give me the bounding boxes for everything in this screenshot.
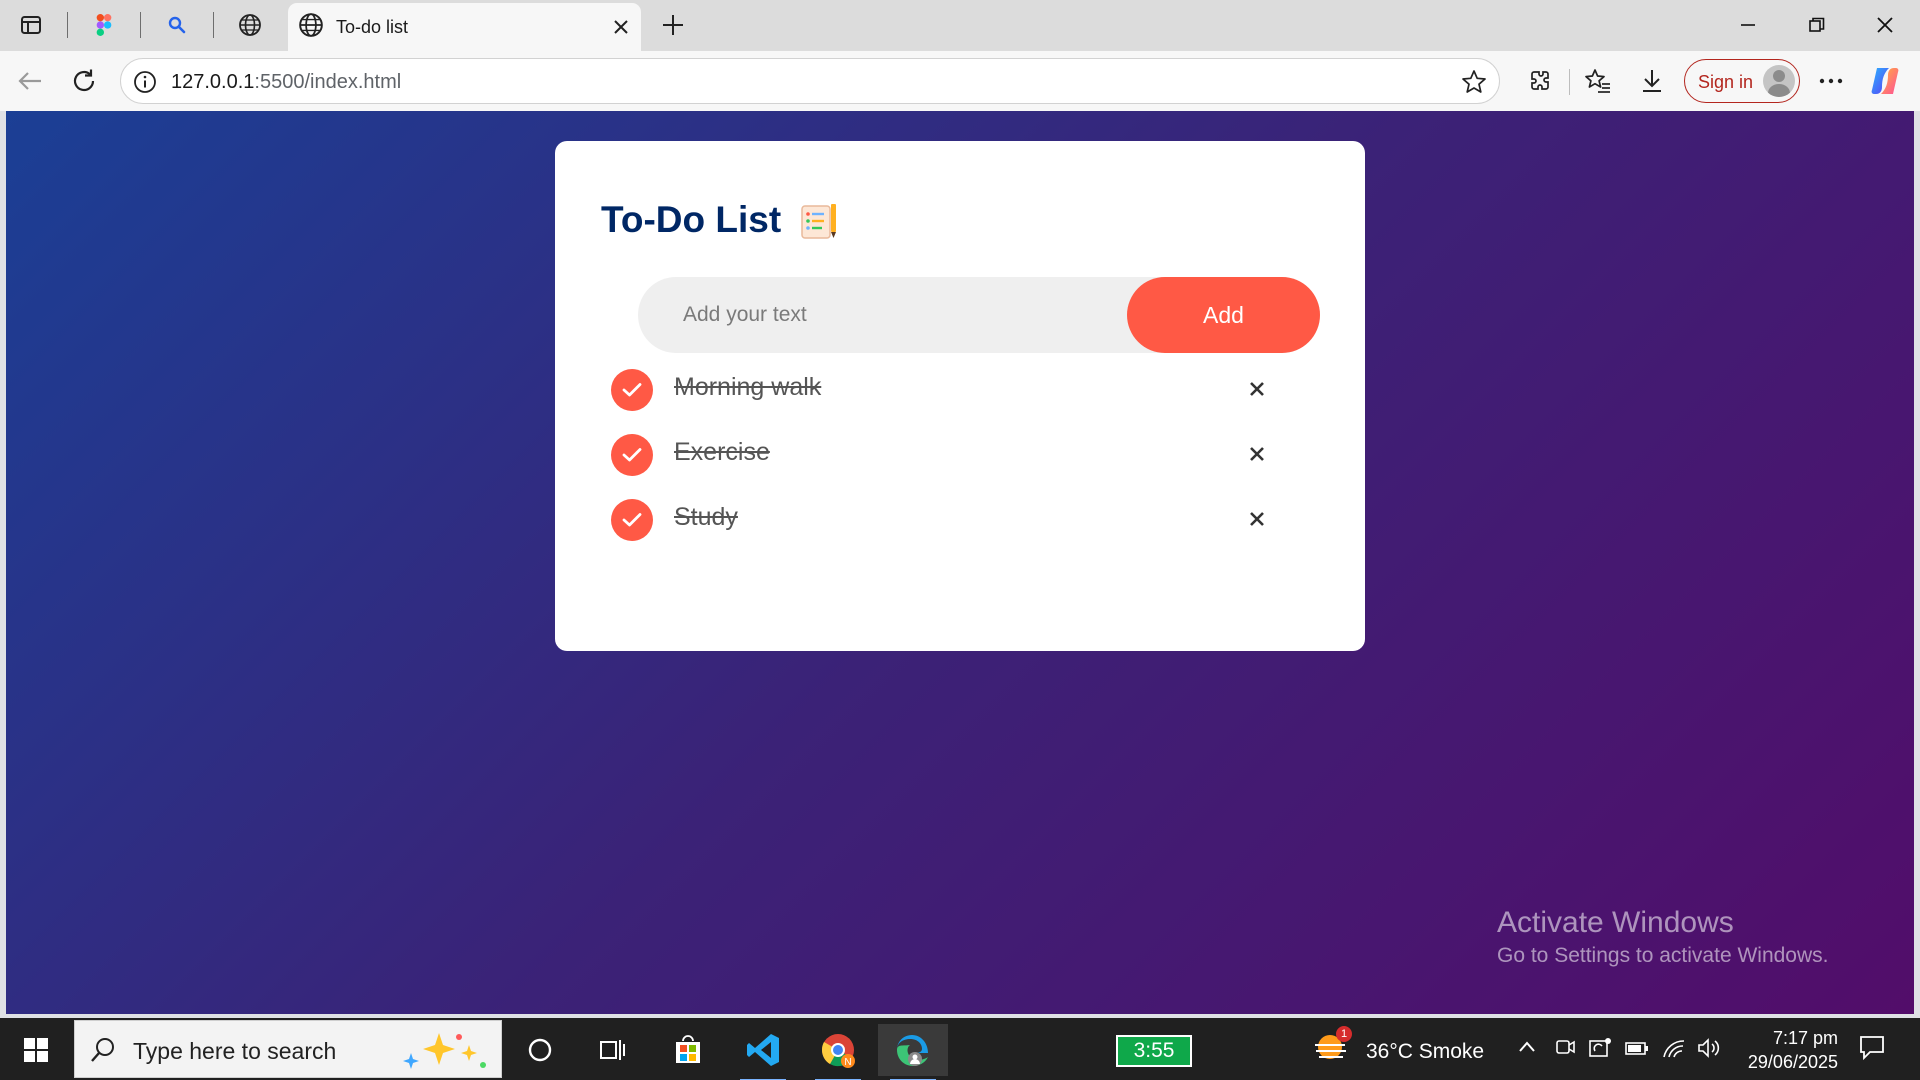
vscode-icon[interactable] (728, 1024, 798, 1080)
more-menu-icon[interactable] (1813, 63, 1849, 99)
volume-icon[interactable] (1696, 1037, 1722, 1064)
task-text: Exercise (674, 438, 770, 466)
windows-start-icon[interactable] (14, 1032, 58, 1068)
delete-task-icon[interactable] (1245, 377, 1269, 401)
search-icon (89, 1036, 117, 1069)
tab-separator (67, 12, 68, 38)
search-placeholder: Type here to search (133, 1038, 337, 1064)
task-view-icon[interactable] (577, 1024, 647, 1076)
sign-in-button[interactable]: Sign in (1684, 59, 1800, 103)
add-button[interactable]: Add (1127, 277, 1320, 353)
delete-task-icon[interactable] (1245, 442, 1269, 466)
task-text: Study (674, 503, 738, 531)
delete-task-icon[interactable] (1245, 507, 1269, 531)
meet-now-icon[interactable] (1554, 1037, 1576, 1064)
tab-active[interactable]: To-do list (288, 3, 641, 51)
windows-taskbar: Type here to search N 3:55 1 36°C Smoke … (0, 1018, 1920, 1080)
cortana-icon[interactable] (505, 1024, 575, 1076)
site-info-icon[interactable] (133, 70, 157, 99)
checked-icon[interactable] (611, 434, 653, 476)
page-viewport: To-Do List Add your text Add Morning wal… (6, 111, 1914, 1014)
svg-text:N: N (844, 1057, 851, 1068)
show-hidden-icons-chevron-icon[interactable] (1517, 1037, 1537, 1062)
task-item[interactable]: Study (611, 499, 1311, 543)
todo-card: To-Do List Add your text Add Morning wal… (555, 141, 1365, 651)
notepad-icon (799, 201, 837, 239)
edge-icon[interactable] (878, 1024, 948, 1080)
sparkle-icon (399, 1029, 491, 1076)
app-header: To-Do List (601, 199, 837, 241)
weather-widget[interactable]: 1 36°C Smoke (1312, 1026, 1485, 1071)
profile-avatar-icon (1763, 65, 1795, 97)
notifications-icon[interactable] (1858, 1033, 1886, 1066)
tab-separator (140, 12, 141, 38)
minimize-icon[interactable] (1723, 8, 1773, 42)
url-path: :5500/index.html (254, 71, 402, 93)
figma-tab-icon[interactable] (87, 10, 121, 40)
favorite-star-icon[interactable] (1461, 69, 1487, 100)
task-item[interactable]: Exercise (611, 434, 1311, 478)
tab-actions-icon[interactable] (14, 10, 48, 40)
downloads-icon[interactable] (1634, 63, 1670, 99)
close-tab-icon[interactable] (609, 15, 633, 39)
copilot-icon[interactable] (1867, 63, 1903, 99)
wifi-icon[interactable] (1662, 1037, 1686, 1064)
add-task-row: Add your text Add (638, 277, 1320, 353)
task-item[interactable]: Morning walk (611, 369, 1311, 413)
weather-text: 36°C Smoke (1366, 1039, 1485, 1063)
sign-in-label: Sign in (1698, 72, 1754, 92)
task-input[interactable]: Add your text (683, 303, 807, 327)
battery-timer-widget[interactable]: 3:55 (1116, 1035, 1192, 1067)
activate-windows-watermark: Activate Windows Go to Settings to activ… (1497, 906, 1829, 968)
favorites-icon[interactable] (1580, 63, 1616, 99)
task-text: Morning walk (674, 373, 822, 401)
browser-tab-strip: To-do list (0, 0, 1920, 51)
checked-icon[interactable] (611, 499, 653, 541)
url-text[interactable]: 127.0.0.1:5500/index.html (171, 71, 401, 94)
clock-date: 29/06/2025 (1747, 1052, 1838, 1072)
tab-separator (213, 12, 214, 38)
globe-icon (298, 12, 324, 43)
close-window-icon[interactable] (1860, 8, 1910, 42)
checked-icon[interactable] (611, 369, 653, 411)
weather-alert-badge: 1 (1336, 1026, 1352, 1042)
sync-icon[interactable] (1588, 1037, 1612, 1064)
clock-time: 7:17 pm (1772, 1028, 1838, 1048)
extensions-icon[interactable] (1521, 63, 1557, 99)
restore-icon[interactable] (1792, 8, 1842, 42)
system-clock[interactable]: 7:17 pm 29/06/2025 (1728, 1026, 1838, 1074)
globe-tab-icon[interactable] (233, 10, 267, 40)
battery-icon[interactable] (1624, 1037, 1650, 1064)
refresh-icon[interactable] (66, 63, 102, 99)
taskbar-search[interactable]: Type here to search (74, 1020, 502, 1078)
search-tab-icon[interactable] (160, 10, 194, 40)
url-host: 127.0.0.1 (171, 71, 255, 93)
toolbar-separator (1569, 69, 1570, 95)
new-tab-button[interactable] (656, 9, 690, 41)
tab-title: To-do list (336, 17, 409, 37)
browser-toolbar: 127.0.0.1:5500/index.html Sign in (0, 51, 1920, 111)
back-arrow-icon[interactable] (12, 63, 48, 99)
watermark-subtitle: Go to Settings to activate Windows. (1497, 944, 1829, 967)
app-title: To-Do List (601, 199, 782, 240)
chrome-icon[interactable]: N (803, 1024, 873, 1080)
watermark-title: Activate Windows (1497, 906, 1734, 939)
microsoft-store-icon[interactable] (653, 1024, 723, 1076)
address-bar[interactable]: 127.0.0.1:5500/index.html (120, 58, 1500, 104)
